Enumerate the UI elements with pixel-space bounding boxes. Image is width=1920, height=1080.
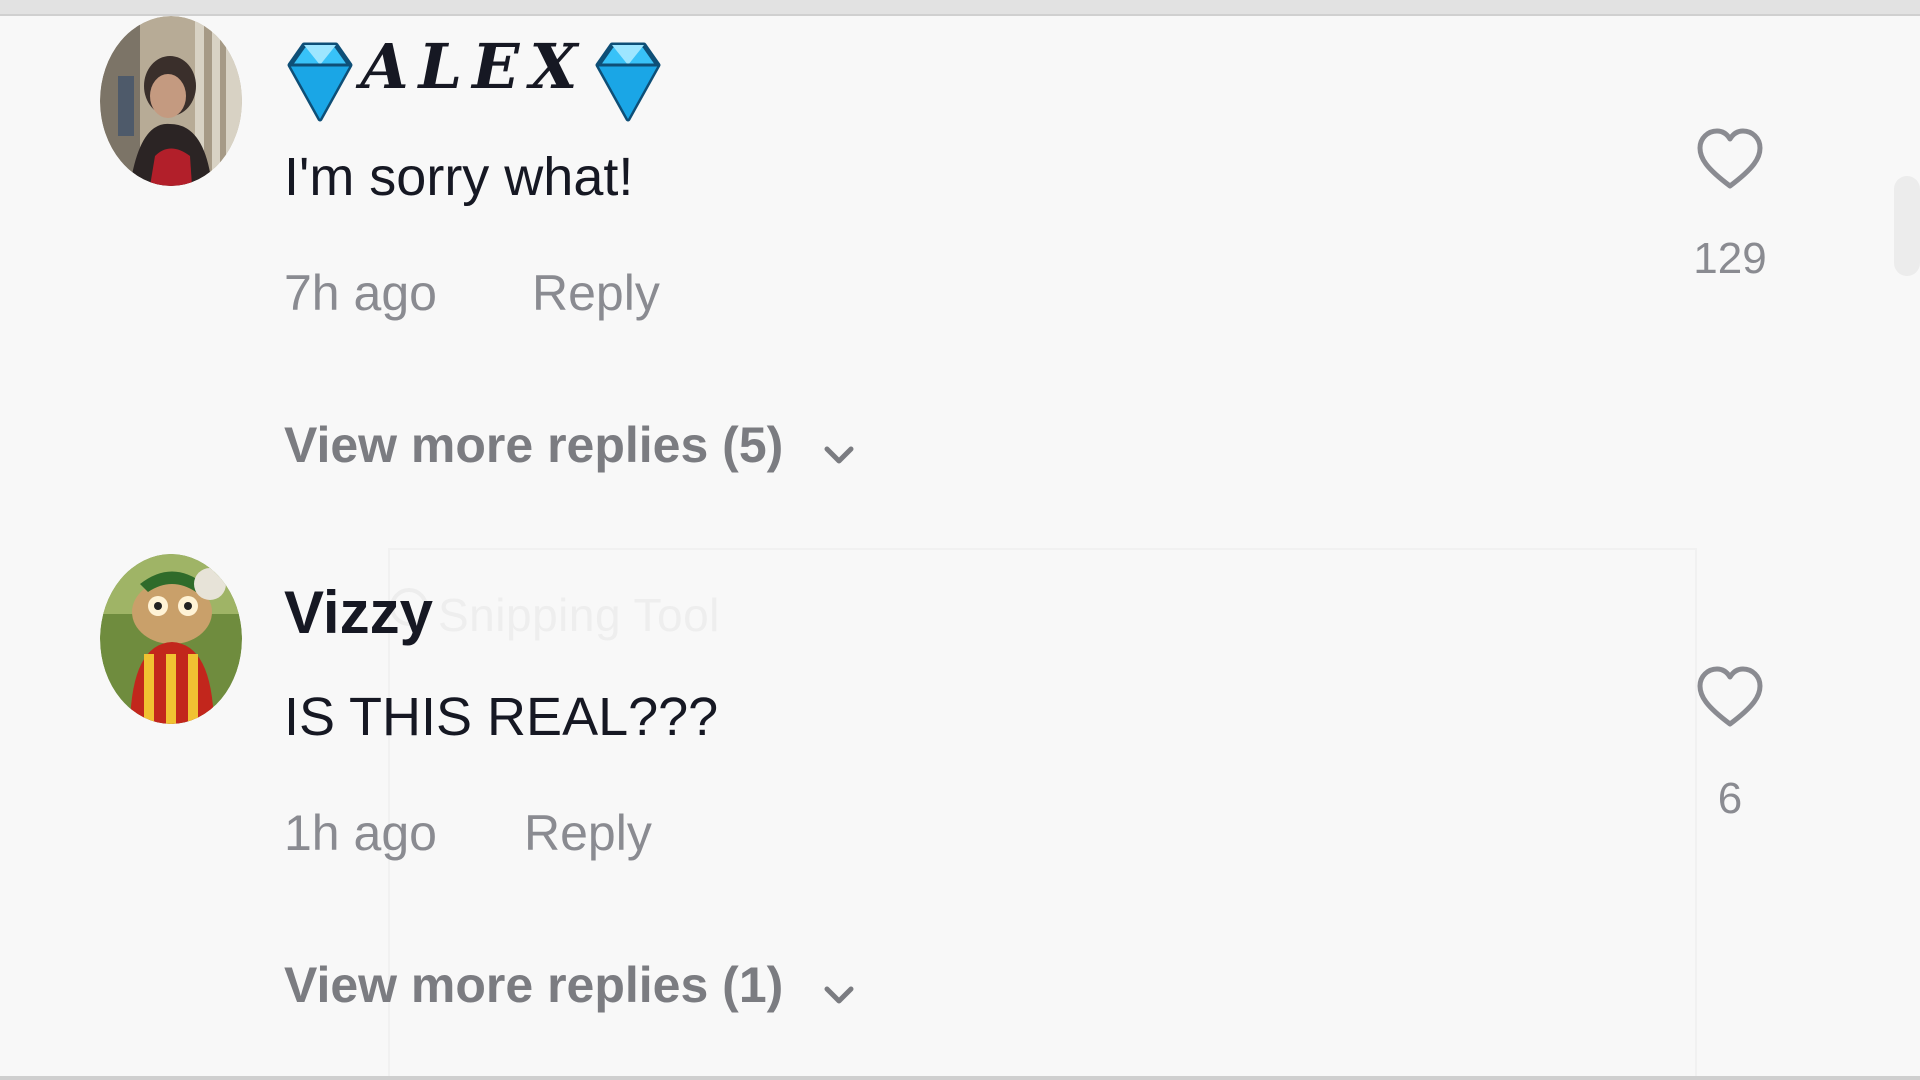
diamond-icon	[592, 39, 664, 128]
user-avatar[interactable]	[100, 554, 242, 724]
bottom-divider	[0, 1076, 1920, 1080]
comment-meta: 1h ago Reply	[284, 804, 652, 862]
avatar-character-icon	[100, 554, 242, 724]
user-avatar[interactable]	[100, 16, 242, 186]
like-button[interactable]	[1695, 664, 1765, 737]
reply-button[interactable]: Reply	[524, 804, 652, 862]
view-more-replies-button[interactable]: View more replies (1)	[284, 956, 855, 1018]
scrollbar-thumb[interactable]	[1894, 176, 1920, 276]
like-count: 6	[1717, 774, 1743, 823]
top-divider	[0, 0, 1920, 16]
view-more-replies-label: View more replies (1)	[284, 957, 784, 1013]
comment-text: IS THIS REAL???	[284, 687, 719, 747]
comment-timestamp: 1h ago	[284, 805, 437, 861]
comment-timestamp: 7h ago	[284, 265, 437, 321]
comments-panel: Snipping Tool ALEX I'm sorry what! 7h ag…	[0, 0, 1920, 1080]
comment-text: I'm sorry what!	[284, 147, 634, 207]
username-text: ALEX	[360, 30, 588, 103]
chevron-down-icon	[823, 420, 855, 478]
reply-button[interactable]: Reply	[532, 264, 660, 322]
chevron-down-icon	[823, 960, 855, 1018]
snipping-tool-title: Snipping Tool	[438, 589, 720, 641]
heart-icon	[1697, 666, 1763, 727]
comment-meta: 7h ago Reply	[284, 264, 660, 322]
comment-username[interactable]: Vizzy	[284, 578, 433, 647]
comment-username[interactable]: ALEX	[284, 30, 664, 128]
heart-icon	[1697, 128, 1763, 189]
view-more-replies-button[interactable]: View more replies (5)	[284, 416, 855, 478]
like-count: 129	[1693, 234, 1767, 283]
like-button[interactable]	[1695, 126, 1765, 199]
view-more-replies-label: View more replies (5)	[284, 417, 784, 473]
diamond-icon	[284, 39, 356, 128]
avatar-photo-icon	[100, 16, 242, 186]
